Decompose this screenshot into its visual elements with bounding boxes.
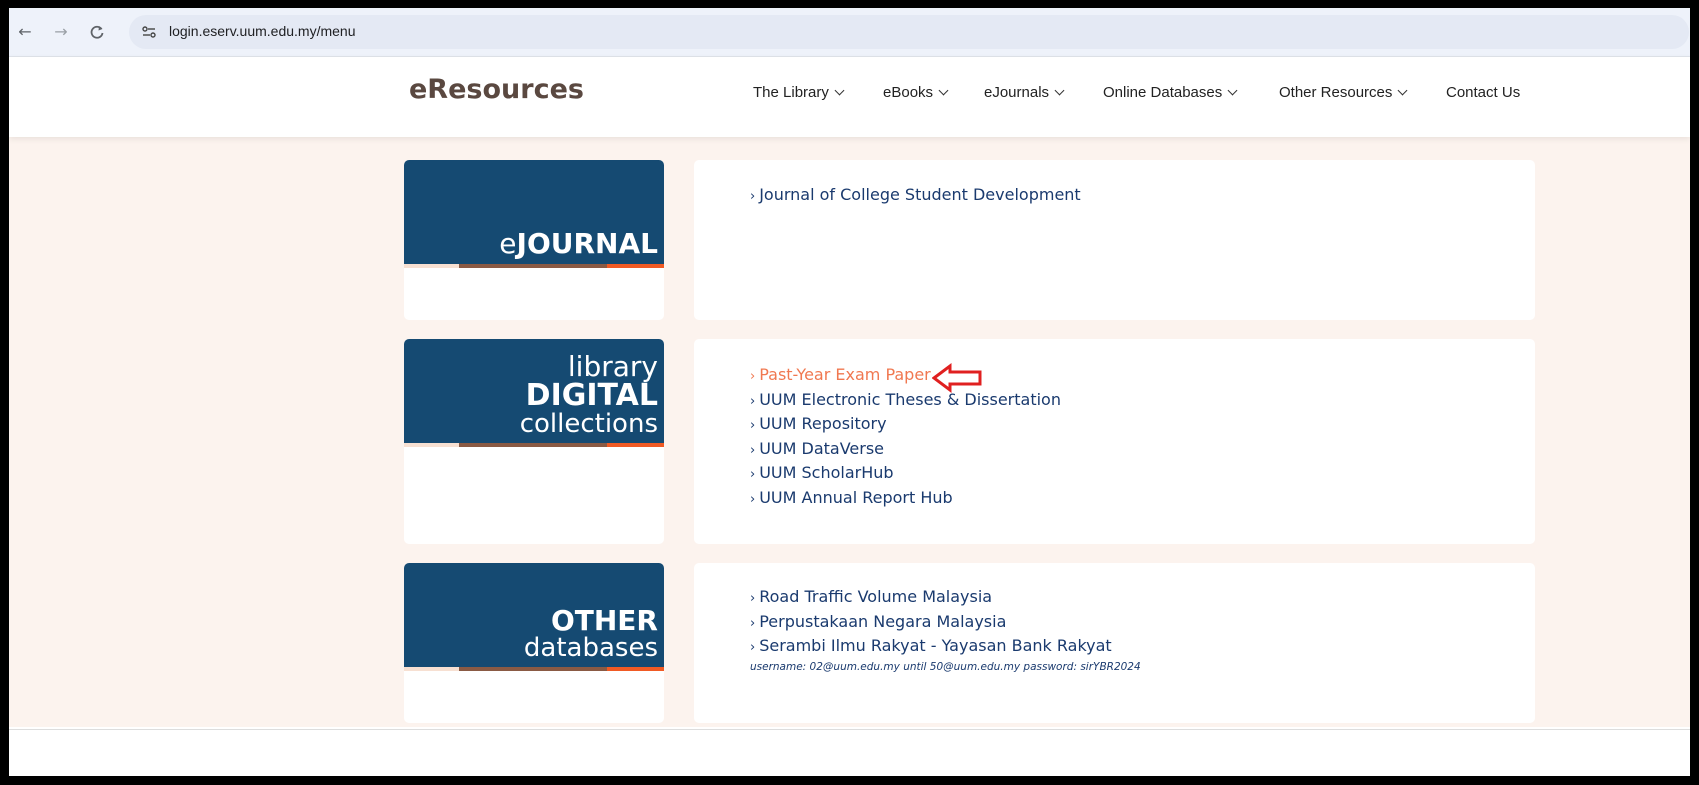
menu-label: Other Resources [1279,84,1393,101]
link-item-past-year-exam-paper[interactable]: › Past-Year Exam Paper [750,364,1061,389]
menu-ejournals[interactable]: eJournals [984,84,1103,101]
banner-stripe-brown [459,264,607,268]
chevron-right-icon: › [750,467,756,482]
forward-icon[interactable]: → [51,22,71,42]
menu-label: The Library [753,84,829,101]
chevron-down-icon [834,85,845,96]
browser-window: ← → login.eserv.uum.edu.my/menu eResourc… [9,8,1690,776]
link-item[interactable]: › UUM Electronic Theses & Dissertation [750,389,1061,414]
banner-line1: library [567,350,658,383]
link-item[interactable]: › Perpustakaan Negara Malaysia [750,611,1112,636]
link-text[interactable]: Serambi Ilmu Rakyat - Yayasan Bank Rakya… [759,636,1112,655]
menu-ebooks[interactable]: eBooks [883,84,984,101]
ejournal-banner-card[interactable]: eJOURNAL [404,160,664,320]
link-text[interactable]: UUM ScholarHub [759,463,893,482]
other-links-card: › Road Traffic Volume Malaysia › Perpustak… [694,563,1535,723]
link-item[interactable]: › Serambi Ilmu Rakyat - Yayasan Bank Raky… [750,635,1112,660]
main-content: eJOURNAL › Journal of College Student Dev… [9,137,1690,727]
chevron-right-icon: › [750,369,756,384]
banner-stripe-orange [607,443,664,447]
annotation-arrow-icon [932,363,982,393]
other-banner-card[interactable]: OTHER databases [404,563,664,723]
menu-label: eJournals [984,84,1050,101]
chevron-down-icon [1227,85,1238,96]
url-text[interactable]: login.eserv.uum.edu.my/menu [169,23,356,39]
other-link-list: › Road Traffic Volume Malaysia › Perpustak… [750,586,1112,660]
credentials-note: username: 02@uum.edu.my until 50@uum.edu… [750,661,1141,673]
menu-label: Online Databases [1103,84,1223,101]
address-bar[interactable]: login.eserv.uum.edu.my/menu [129,15,1689,49]
banner-bold-text: JOURNAL [516,227,658,260]
ejournal-links-card: › Journal of College Student Development [694,160,1535,320]
link-item[interactable]: › UUM Annual Report Hub [750,487,1061,512]
chevron-right-icon: › [750,442,756,458]
ejournal-banner-text: eJOURNAL [499,230,658,258]
link-text[interactable]: UUM Annual Report Hub [759,488,952,507]
back-icon[interactable]: ← [15,22,35,42]
site-settings-icon[interactable] [140,23,158,41]
link-text[interactable]: Road Traffic Volume Malaysia [759,587,992,606]
menu-other-resources[interactable]: Other Resources [1279,84,1446,101]
link-text[interactable]: Journal of College Student Development [759,185,1081,204]
chevron-right-icon: › [750,640,756,655]
ejournal-banner: eJOURNAL [404,160,664,267]
section-digital-collections: library DIGITAL collections › Past-Year E… [404,339,1538,544]
reload-icon[interactable] [87,22,107,42]
browser-toolbar: ← → login.eserv.uum.edu.my/menu [9,8,1690,57]
link-item[interactable]: › UUM DataVerse [750,438,1061,463]
banner-line2: databases [523,633,658,663]
digital-banner: library DIGITAL collections [404,339,664,446]
chevron-right-icon: › [750,393,756,409]
menu-the-library[interactable]: The Library [753,84,883,101]
chevron-right-icon: › [750,491,756,507]
menu-contact-us[interactable]: Contact Us [1446,84,1520,101]
chevron-right-icon: › [750,418,756,433]
other-banner: OTHER databases [404,563,664,670]
link-text[interactable]: Perpustakaan Negara Malaysia [759,612,1006,631]
menu-label: eBooks [883,84,934,101]
other-banner-text: OTHER databases [523,604,658,663]
chevron-down-icon [938,85,949,96]
banner-light-text: e [499,227,517,260]
banner-stripe-orange [607,667,664,671]
chevron-right-icon: › [750,615,756,631]
main-menu: The Library eBooks eJournals Online Data… [753,84,1520,101]
banner-stripe-brown [459,443,607,447]
banner-stripe-orange [607,264,664,268]
chevron-right-icon: › [750,591,756,606]
chevron-down-icon [1397,85,1408,96]
menu-online-databases[interactable]: Online Databases [1103,84,1279,101]
link-text[interactable]: Past-Year Exam Paper [759,365,931,384]
banner-line3: collections [519,409,658,439]
link-text[interactable]: UUM Electronic Theses & Dissertation [759,390,1061,409]
menu-label: Contact Us [1446,84,1521,101]
link-item[interactable]: › UUM ScholarHub [750,462,1061,487]
digital-link-list: › Past-Year Exam Paper › UUM Electronic Th… [750,364,1061,511]
digital-links-card: › Past-Year Exam Paper › UUM Electronic Th… [694,339,1535,544]
site-brand[interactable]: eResources [409,74,584,105]
page-footer-area [9,729,1690,776]
banner-line1: OTHER [550,604,658,637]
link-text[interactable]: UUM Repository [759,414,886,433]
link-item[interactable]: › UUM Repository [750,413,1061,438]
site-header: eResources The Library eBooks eJournals … [9,57,1690,137]
digital-banner-text: library DIGITAL collections [519,350,658,439]
digital-banner-card[interactable]: library DIGITAL collections [404,339,664,544]
chevron-right-icon: › [750,189,756,204]
chevron-down-icon [1054,85,1065,96]
link-text[interactable]: UUM DataVerse [759,439,884,458]
banner-stripe-brown [459,667,607,671]
link-item[interactable]: › Journal of College Student Development [750,184,1081,209]
banner-line2: DIGITAL [525,378,658,413]
ejournal-link-list: › Journal of College Student Development [750,184,1081,209]
link-item[interactable]: › Road Traffic Volume Malaysia [750,586,1112,611]
